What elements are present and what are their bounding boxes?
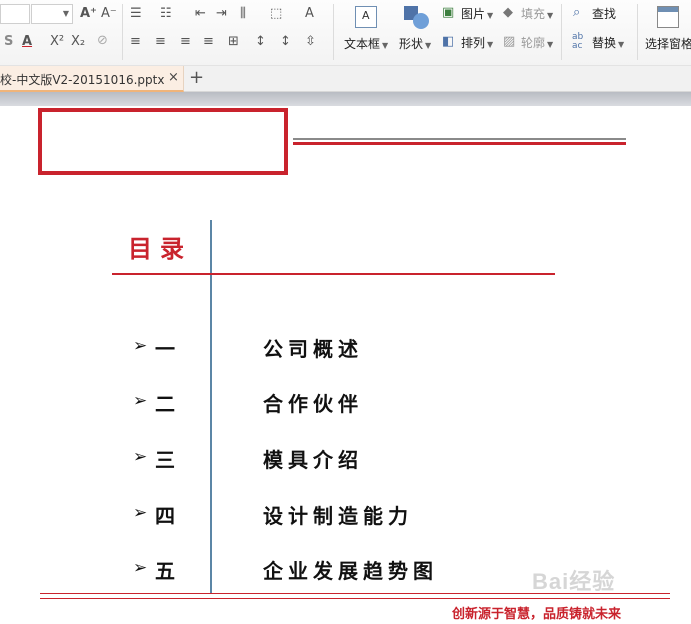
arrow-bullet-icon: ➢ <box>133 391 148 411</box>
footer-slogan: 创新源于智慧，品质铸就未来 <box>452 607 622 622</box>
increase-indent-icon[interactable]: ⇥ <box>216 6 227 22</box>
toc-horizontal-divider <box>112 273 555 275</box>
selection-pane-button[interactable]: 选择窗格 <box>645 37 691 51</box>
selection-pane-icon[interactable] <box>657 6 679 28</box>
outline-button[interactable]: 轮廓 ▼ <box>521 36 553 52</box>
arrow-bullet-icon: ➢ <box>133 558 148 578</box>
justify-icon[interactable]: ≡ <box>203 34 214 50</box>
toc-item-label: 企业发展趋势图 <box>263 559 438 583</box>
find-button[interactable]: 查找 <box>592 7 616 21</box>
clear-format-icon[interactable]: ⊘ <box>97 33 108 49</box>
ribbon-toolbar: ▼ A⁺ A⁻ S A X² X₂ ⊘ ☰ ☷ ⇤ ⇥ ⫼ ⬚ A ≡ ≡ ≡ … <box>0 0 691 66</box>
shape-icon-circle <box>413 13 429 29</box>
columns-icon[interactable]: ⫼ <box>240 6 246 22</box>
bullet-list-icon[interactable]: ☰ <box>130 6 142 22</box>
picture-button[interactable]: 图片 ▼ <box>461 7 493 23</box>
toc-item-number: 一 <box>155 337 175 361</box>
arrange-button[interactable]: 排列 ▼ <box>461 36 493 52</box>
align-right-icon[interactable]: ≡ <box>180 34 191 50</box>
toc-item-number: 五 <box>155 559 175 583</box>
footer-red-line <box>40 598 670 599</box>
document-tab[interactable]: 校-中文版V2-20151016.pptx × <box>0 66 184 92</box>
align-center-icon[interactable]: ≡ <box>155 34 166 50</box>
superscript-icon[interactable]: X² <box>50 34 64 50</box>
title-placeholder-box[interactable] <box>38 108 288 175</box>
shape-label: 形状 ▼ <box>399 37 432 51</box>
font-size-dropdown[interactable]: ▼ <box>31 4 73 24</box>
align-text-icon[interactable]: ⇳ <box>305 34 316 50</box>
close-icon[interactable]: × <box>168 70 179 85</box>
toc-heading: 目录 <box>128 235 192 263</box>
footer-red-line <box>40 593 670 594</box>
toc-item[interactable]: ➢ 三 模具介绍 <box>0 443 691 473</box>
textbox-label: 文本框 ▼ <box>344 37 389 51</box>
search-icon[interactable]: ⌕ <box>573 5 580 21</box>
arrow-bullet-icon: ➢ <box>133 336 148 356</box>
picture-icon[interactable]: ▣ <box>442 5 454 21</box>
font-color-icon[interactable]: A <box>22 34 32 50</box>
numbered-list-icon[interactable]: ☷ <box>160 6 172 22</box>
header-red-line <box>293 142 626 145</box>
toc-item[interactable]: ➢ 四 设计制造能力 <box>0 499 691 529</box>
paragraph-spacing-icon[interactable]: ↕ <box>280 34 291 50</box>
line-spacing-icon[interactable]: ↕ <box>255 34 266 50</box>
font-name-dropdown[interactable] <box>0 4 30 24</box>
toc-item-number: 四 <box>155 504 175 528</box>
toc-item-label: 模具介绍 <box>263 448 363 472</box>
border-icon[interactable]: ⬚ <box>270 6 282 22</box>
baidu-jingyan-watermark: Bai经验 <box>532 569 616 594</box>
distribute-icon[interactable]: ⊞ <box>228 34 239 50</box>
replace-icon[interactable]: ab ac <box>572 33 583 51</box>
shrink-font-icon[interactable]: A⁻ <box>101 6 117 22</box>
toc-item-label: 公司概述 <box>263 337 363 361</box>
toc-item-number: 二 <box>155 392 175 416</box>
outline-icon[interactable]: ▨ <box>503 34 515 50</box>
header-gray-line <box>293 138 626 140</box>
arrange-icon[interactable]: ◧ <box>442 34 454 50</box>
document-tab-label: 校-中文版V2-20151016.pptx <box>0 73 165 87</box>
new-tab-button[interactable]: + <box>189 67 204 88</box>
toc-item-label: 设计制造能力 <box>263 504 413 528</box>
textbox-icon: A <box>355 6 377 28</box>
ribbon-divider <box>561 4 562 60</box>
fill-button[interactable]: 填充 ▼ <box>521 7 553 23</box>
arrow-bullet-icon: ➢ <box>133 447 148 467</box>
toc-item[interactable]: ➢ 一 公司概述 <box>0 332 691 362</box>
text-direction-icon[interactable]: A <box>305 6 314 22</box>
chevron-down-icon: ▼ <box>62 9 69 18</box>
grow-font-icon[interactable]: A⁺ <box>80 6 97 22</box>
arrow-bullet-icon: ➢ <box>133 503 148 523</box>
toc-item[interactable]: ➢ 二 合作伙伴 <box>0 387 691 417</box>
subscript-icon[interactable]: X₂ <box>71 34 85 50</box>
ribbon-divider <box>333 4 334 60</box>
replace-button[interactable]: 替换 ▼ <box>592 36 624 52</box>
decrease-indent-icon[interactable]: ⇤ <box>195 6 206 22</box>
toc-item-label: 合作伙伴 <box>263 392 363 416</box>
toc-item-number: 三 <box>155 448 175 472</box>
ribbon-divider <box>637 4 638 60</box>
canvas-edge-shadow <box>0 92 691 106</box>
align-left-icon[interactable]: ≡ <box>130 34 141 50</box>
ribbon-divider <box>122 4 123 60</box>
document-tab-bar: 校-中文版V2-20151016.pptx × + <box>0 66 691 92</box>
strikethrough-icon[interactable]: S <box>4 34 13 50</box>
fill-icon[interactable]: ◆ <box>503 5 513 21</box>
